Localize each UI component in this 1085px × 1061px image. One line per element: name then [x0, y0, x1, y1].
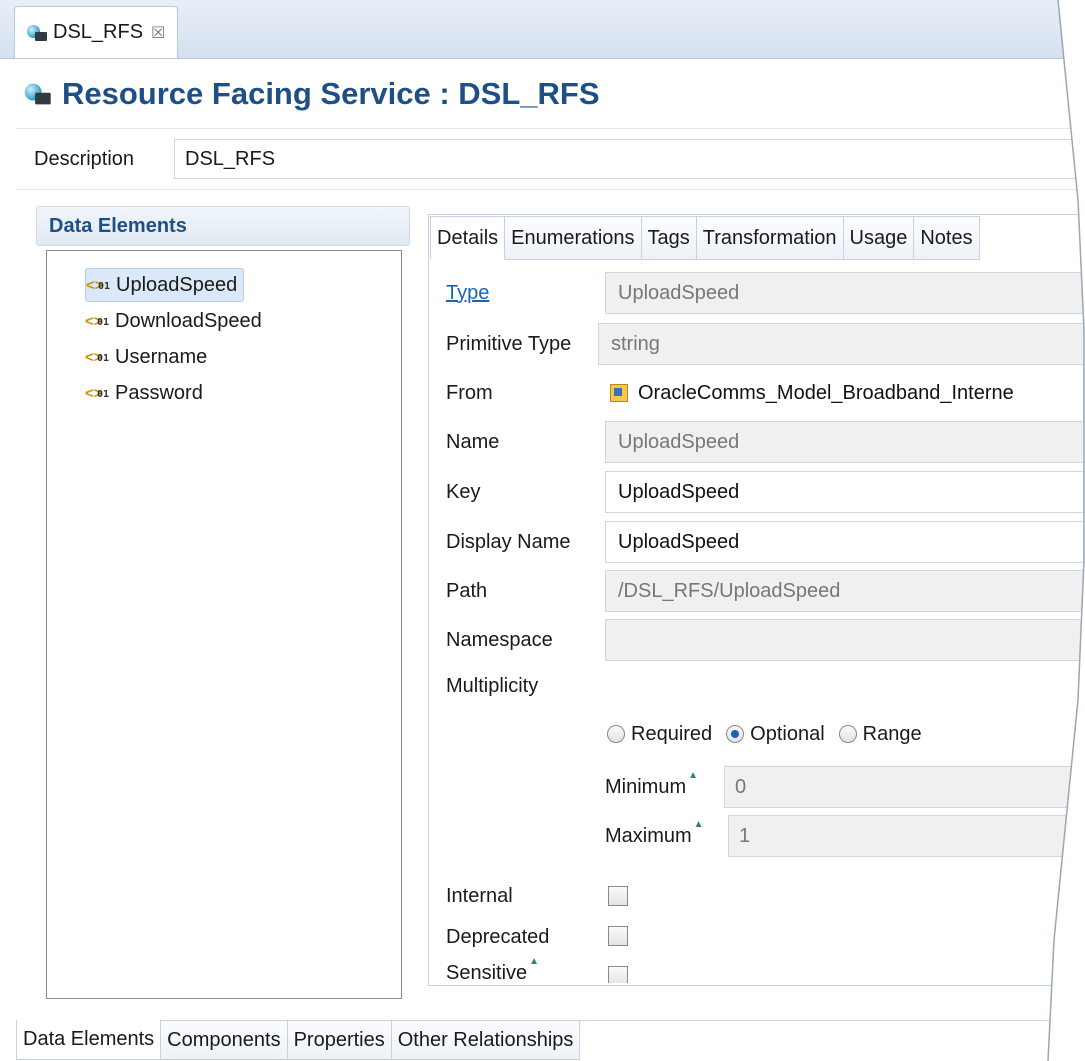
- radio-required[interactable]: Required: [607, 723, 712, 746]
- path-row: Path: [446, 569, 604, 613]
- path-label: Path: [446, 579, 488, 602]
- internal-label: Internal: [446, 884, 513, 907]
- primitive-type-label: Primitive Type: [446, 332, 572, 355]
- key-label: Key: [446, 480, 481, 503]
- description-field[interactable]: DSL_RFS: [174, 139, 1084, 179]
- name-label: Name: [446, 430, 500, 453]
- deprecated-checkbox[interactable]: [608, 926, 628, 946]
- from-row: From: [446, 371, 604, 415]
- editor-tab-label: DSL_RFS: [53, 21, 144, 43]
- internal-row: Internal: [446, 876, 513, 916]
- minimum-field[interactable]: 0: [724, 766, 1084, 808]
- details-tab-bar: Details Enumerations Tags Transformation…: [430, 216, 980, 260]
- maximum-field[interactable]: 1: [728, 815, 1084, 857]
- required-indicator-icon: ▲: [529, 956, 540, 967]
- data-element-icon: <> 01: [85, 385, 110, 402]
- sensitive-row-clip: Sensitive ▲: [430, 956, 1084, 983]
- from-value[interactable]: OracleComms_Model_Broadband_Interne: [610, 372, 1084, 414]
- minimum-label-text: Minimum: [605, 775, 687, 798]
- multiplicity-row: Multiplicity: [446, 664, 604, 708]
- editor-tab-strip: DSL_RFS ☒: [0, 0, 1084, 59]
- description-label: Description: [34, 147, 135, 170]
- required-indicator-icon: ▲: [688, 769, 699, 781]
- path-field[interactable]: /DSL_RFS/UploadSpeed: [605, 570, 1084, 612]
- tree-item-password[interactable]: <> 01 Password: [85, 376, 209, 410]
- radio-optional-circle: [726, 725, 745, 743]
- radio-range[interactable]: Range: [838, 722, 922, 746]
- sensitive-label-text: Sensitive: [446, 962, 528, 983]
- maximum-row: Maximum ▲: [605, 815, 704, 857]
- tab-usage[interactable]: Usage: [843, 216, 915, 260]
- deprecated-row: Deprecated: [446, 917, 549, 957]
- tab-enumerations[interactable]: Enumerations: [505, 216, 642, 260]
- deprecated-label: Deprecated: [446, 925, 550, 948]
- key-row: Key: [446, 470, 604, 514]
- type-field[interactable]: UploadSpeed: [605, 272, 1084, 314]
- tree-item-label: UploadSpeed: [116, 273, 238, 296]
- required-indicator-icon: ▲: [693, 818, 704, 830]
- editor-tab-dsl-rfs[interactable]: DSL_RFS ☒: [14, 6, 178, 58]
- data-element-icon: <> 01: [86, 277, 111, 294]
- maximum-label: Maximum ▲: [605, 819, 704, 848]
- minimum-row: Minimum ▲: [605, 766, 698, 808]
- tab-transformation[interactable]: Transformation: [696, 216, 844, 260]
- tab-tags[interactable]: Tags: [641, 216, 697, 260]
- service-icon: [27, 24, 49, 41]
- data-elements-tree[interactable]: <> 01 UploadSpeed <> 01 DownloadSpeed <> 01…: [46, 250, 402, 999]
- display-name-label: Display Name: [446, 530, 571, 553]
- type-link[interactable]: Type: [446, 282, 604, 305]
- radio-range-label: Range: [862, 722, 922, 745]
- bottom-tab-bar: Data Elements Components Properties Othe…: [16, 1020, 581, 1060]
- type-row: Type: [446, 271, 604, 315]
- project-icon: [610, 384, 628, 402]
- namespace-row: Namespace: [446, 618, 604, 662]
- page-title: Resource Facing Service : DSL_RFS: [24, 76, 600, 112]
- data-elements-section-header[interactable]: Data Elements: [36, 206, 410, 246]
- data-element-icon: <> 01: [85, 349, 110, 366]
- maximum-label-text: Maximum: [605, 824, 692, 847]
- sensitive-label: Sensitive ▲: [446, 956, 539, 983]
- radio-range-circle: [838, 725, 857, 743]
- primitive-type-field[interactable]: string: [598, 323, 1084, 365]
- radio-optional-label: Optional: [750, 722, 825, 745]
- from-value-text: OracleComms_Model_Broadband_Interne: [638, 381, 1014, 404]
- multiplicity-label: Multiplicity: [446, 674, 539, 697]
- close-icon[interactable]: ☒: [151, 23, 165, 43]
- service-icon: [24, 83, 54, 105]
- name-field[interactable]: UploadSpeed: [605, 421, 1084, 463]
- namespace-label: Namespace: [446, 628, 553, 651]
- tree-item-label: DownloadSpeed: [115, 309, 262, 332]
- tab-notes[interactable]: Notes: [914, 216, 980, 260]
- tab-data-elements[interactable]: Data Elements: [16, 1020, 162, 1060]
- from-label: From: [446, 381, 493, 404]
- tab-details[interactable]: Details: [430, 216, 506, 260]
- display-name-field[interactable]: UploadSpeed: [605, 521, 1084, 563]
- key-field[interactable]: UploadSpeed: [605, 471, 1084, 513]
- tree-item-username[interactable]: <> 01 Username: [85, 340, 213, 374]
- primitive-type-row: Primitive Type: [446, 322, 604, 366]
- editor-area: DSL_RFS ☒ Resource Facing Service : DSL_…: [0, 0, 1084, 1061]
- radio-optional[interactable]: Optional: [726, 723, 825, 746]
- radio-required-circle: [607, 725, 625, 743]
- sensitive-checkbox[interactable]: [608, 966, 628, 983]
- namespace-field[interactable]: [605, 619, 1084, 661]
- tree-item-label: Password: [115, 381, 203, 404]
- display-name-row: Display Name: [446, 520, 604, 564]
- tab-properties[interactable]: Properties: [287, 1020, 392, 1060]
- tab-components[interactable]: Components: [161, 1020, 288, 1060]
- description-row: Description DSL_RFS: [16, 128, 1084, 190]
- tree-item-label: Username: [115, 345, 208, 368]
- tree-item-uploadspeed[interactable]: <> 01 UploadSpeed: [85, 268, 245, 302]
- internal-checkbox[interactable]: [608, 886, 628, 906]
- tree-item-downloadspeed[interactable]: <> 01 DownloadSpeed: [85, 304, 268, 338]
- radio-required-label: Required: [631, 722, 713, 745]
- multiplicity-radio-group: Required Optional Range: [607, 714, 922, 754]
- page-title-text: Resource Facing Service : DSL_RFS: [62, 76, 600, 111]
- data-element-icon: <> 01: [85, 313, 110, 330]
- name-row: Name: [446, 420, 604, 464]
- minimum-label: Minimum ▲: [605, 770, 698, 799]
- tab-other-relationships[interactable]: Other Relationships: [391, 1020, 581, 1060]
